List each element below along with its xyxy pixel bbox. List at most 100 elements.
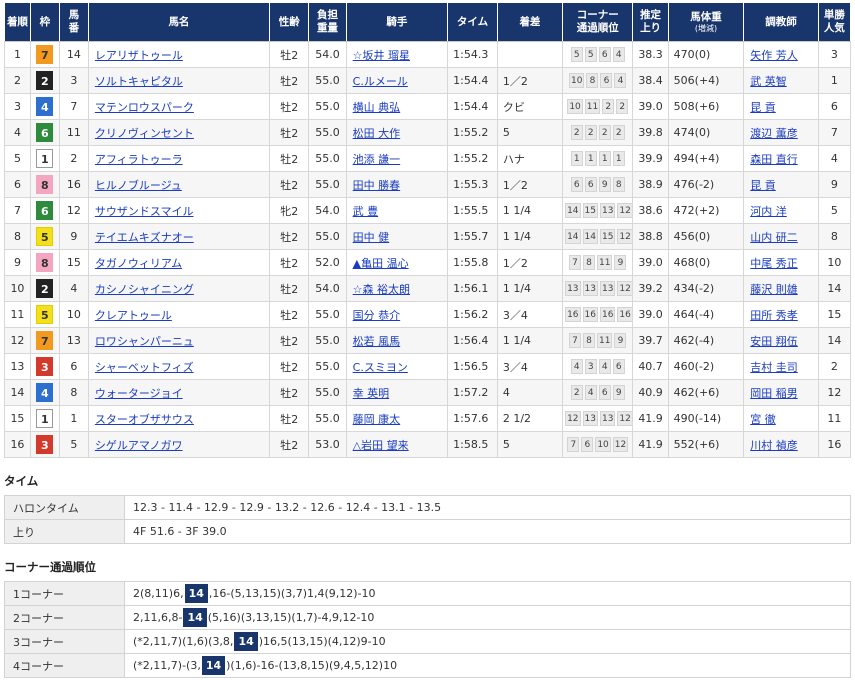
- corner-position: 3: [584, 359, 597, 374]
- trainer-link[interactable]: 田所 秀孝: [750, 309, 798, 322]
- corner-position: 14: [565, 203, 581, 218]
- jockey-link[interactable]: 松田 大作: [353, 127, 401, 140]
- horse-link[interactable]: クリノヴィンセント: [95, 127, 194, 140]
- bodyweight-cell: 468(0): [667, 249, 745, 276]
- weight-cell: 55.0: [308, 171, 347, 198]
- jockey-link[interactable]: 武 豊: [353, 205, 379, 218]
- corner-positions: 2469: [570, 385, 625, 400]
- corner-positions: 7 6 10 12: [567, 437, 629, 452]
- jockey-link[interactable]: 横山 典弘: [353, 101, 401, 114]
- last3f-cell: 39.0: [632, 93, 669, 120]
- trainer-link[interactable]: 矢作 芳人: [750, 49, 798, 62]
- popularity-cell: 5: [817, 197, 852, 224]
- trainer-link[interactable]: 藤沢 則雄: [750, 283, 798, 296]
- table-row: 9 8 15 タガノウィリアム 牡2 52.0 ▲亀田 温心 1:55.8 1／2 7 8 11 9 39…: [4, 249, 852, 276]
- jockey-link[interactable]: 田中 勝春: [353, 179, 401, 192]
- corner-position: 2: [612, 125, 625, 140]
- corner-cell: 7 8 11 9: [562, 249, 634, 276]
- popularity-cell: 6: [817, 93, 852, 120]
- trainer-cell: 吉村 圭司: [743, 353, 819, 380]
- trainer-link[interactable]: 川村 禎彦: [750, 439, 798, 452]
- horse-link[interactable]: テイエムキズナオー: [95, 231, 194, 244]
- jockey-link[interactable]: ☆森 裕太朗: [353, 283, 410, 296]
- jockey-link[interactable]: C.スミヨン: [353, 361, 408, 374]
- horse-link[interactable]: ソルトキャピタル: [95, 75, 183, 88]
- jockey-cell: 横山 典弘: [345, 93, 449, 120]
- waku-badge: 5: [36, 227, 54, 246]
- horse-link[interactable]: カシノシャイニング: [95, 283, 194, 296]
- trainer-link[interactable]: 武 英智: [750, 75, 787, 88]
- time-cell: 1:56.2: [447, 301, 498, 328]
- horse-link[interactable]: シゲルアマノガワ: [95, 439, 183, 452]
- horse-link[interactable]: クレアトゥール: [95, 309, 172, 322]
- umaban-cell: 12: [58, 197, 89, 224]
- trainer-link[interactable]: 岡田 稲男: [750, 387, 798, 400]
- trainer-link[interactable]: 河内 洋: [750, 205, 787, 218]
- trainer-link[interactable]: 森田 直行: [750, 153, 798, 166]
- horse-link[interactable]: レアリザトゥール: [95, 49, 183, 62]
- trainer-link[interactable]: 山内 研二: [750, 231, 798, 244]
- horse-link[interactable]: アフィラトゥーラ: [95, 153, 183, 166]
- trainer-link[interactable]: 昆 貢: [750, 101, 776, 114]
- horse-link[interactable]: シャーベットフィズ: [95, 361, 194, 374]
- horse-link[interactable]: サウザンドスマイル: [95, 205, 194, 218]
- umaban-cell: 14: [58, 41, 89, 68]
- last3f-cell: 39.0: [632, 249, 669, 276]
- jockey-link[interactable]: ▲亀田 温心: [353, 257, 409, 270]
- horse-link[interactable]: スターオブザサウス: [95, 413, 194, 426]
- jockey-link[interactable]: △岩田 望来: [353, 439, 409, 452]
- corner-position: 16: [582, 307, 598, 322]
- jockey-link[interactable]: 池添 謙一: [353, 153, 401, 166]
- horse-link[interactable]: ヒルノブルージュ: [95, 179, 182, 192]
- corner-cell: 2222: [562, 119, 634, 146]
- horse-link[interactable]: マテンロウスパーク: [95, 101, 194, 114]
- jockey-link[interactable]: 松若 風馬: [353, 335, 401, 348]
- weight-cell: 55.0: [308, 67, 347, 94]
- trainer-link[interactable]: 吉村 圭司: [750, 361, 798, 374]
- jockey-link[interactable]: ☆坂井 瑠星: [353, 49, 410, 62]
- corner-positions: 12 13 13 12: [565, 411, 632, 426]
- corner-position: 1: [570, 151, 583, 166]
- bodyweight-cell: 506(+4): [667, 67, 745, 94]
- last3f-cell: 41.9: [632, 431, 669, 458]
- margin-cell: [496, 41, 564, 68]
- trainer-link[interactable]: 中尾 秀正: [750, 257, 798, 270]
- horse-link[interactable]: ウォータージョイ: [95, 387, 183, 400]
- corner-order-highlight: 14: [201, 656, 226, 675]
- corner-position: 13: [599, 203, 616, 218]
- bodyweight-cell: 456(0): [667, 223, 745, 250]
- sexage-cell: 牡2: [269, 145, 310, 172]
- waku-badge: 4: [36, 97, 54, 116]
- trainer-link[interactable]: 渡辺 薫彦: [750, 127, 798, 140]
- waku-cell: 7: [29, 41, 60, 68]
- bodyweight-cell: 462(+6): [667, 379, 745, 406]
- jockey-link[interactable]: 幸 英明: [353, 387, 390, 400]
- corner-order-row: 2コーナー 2,11,6,8- 14 (5,16)(3,13,15)(1,7)-4,9…: [4, 605, 851, 630]
- time-section-title: タイム: [4, 474, 39, 488]
- corner-order-after: )(1,6)-16-(13,8,15)(9,4,5,12)10: [226, 659, 398, 672]
- corner-cell: 6698: [562, 171, 634, 198]
- trainer-link[interactable]: 宮 徹: [750, 413, 776, 426]
- waku-cell: 2: [29, 67, 60, 94]
- horse-link[interactable]: タガノウィリアム: [95, 257, 182, 270]
- table-row: 16 3 5 シゲルアマノガワ 牡2 53.0 △岩田 望来 1:58.5 5 7 6 10 12 41.…: [4, 431, 852, 458]
- weight-cell: 55.0: [308, 223, 347, 250]
- jockey-link[interactable]: 国分 恭介: [353, 309, 401, 322]
- rank-cell: 16: [4, 431, 31, 458]
- sexage-cell: 牡2: [269, 119, 310, 146]
- jockey-link[interactable]: 田中 健: [353, 231, 390, 244]
- sexage-cell: 牝2: [269, 197, 310, 224]
- corner-position: 12: [617, 229, 632, 244]
- umaban-cell: 9: [58, 223, 89, 250]
- bodyweight-cell: 494(+4): [667, 145, 745, 172]
- waku-badge: 4: [36, 383, 54, 402]
- jockey-link[interactable]: C.ルメール: [353, 75, 408, 88]
- jockey-link[interactable]: 藤岡 康太: [353, 413, 401, 426]
- trainer-link[interactable]: 安田 翔伍: [750, 335, 798, 348]
- waku-cell: 8: [29, 171, 60, 198]
- trainer-link[interactable]: 昆 貢: [750, 179, 776, 192]
- corner-position: 8: [583, 333, 596, 348]
- weight-cell: 55.0: [308, 93, 347, 120]
- header-rank: 着順: [4, 2, 31, 42]
- horse-link[interactable]: ロワシャンパーニュ: [95, 335, 194, 348]
